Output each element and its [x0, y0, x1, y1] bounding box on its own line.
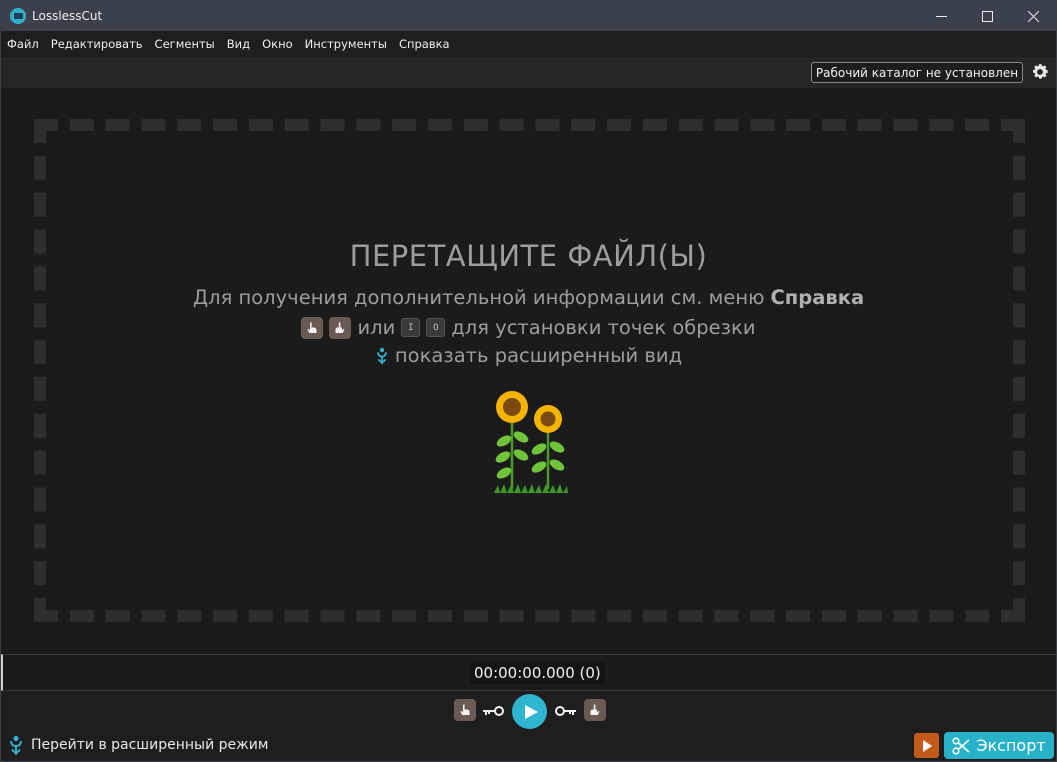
gear-icon[interactable] [1030, 62, 1050, 82]
export-options-button[interactable] [914, 733, 939, 758]
menu-window[interactable]: Окно [262, 37, 293, 51]
drop-files-title: ПЕРЕТАЩИТЕ ФАЙЛ(Ы) [349, 239, 708, 273]
set-cut-end-button[interactable] [584, 699, 606, 721]
hand-pointing-right-icon [329, 316, 352, 339]
help-hint-line: Для получения дополнительной информации … [1, 286, 1056, 309]
key-in-badge: I [401, 318, 421, 337]
advanced-view-hint-line: показать расширенный вид [1, 344, 1056, 367]
advanced-mode-icon [377, 347, 387, 364]
bottom-bar: Перейти в расширенный режим Экспорт [1, 731, 1056, 761]
help-hint-text: Для получения дополнительной информации … [192, 286, 765, 309]
title-bar[interactable]: LosslessCut [1, 1, 1056, 31]
play-icon [525, 704, 538, 719]
menu-view[interactable]: Вид [227, 37, 250, 51]
menu-help[interactable]: Справка [399, 37, 450, 51]
advanced-mode-link[interactable]: Перейти в расширенный режим [31, 737, 268, 753]
advanced-mode-icon[interactable] [8, 735, 24, 755]
play-button[interactable] [512, 694, 547, 729]
help-menu-reference: Справка [770, 286, 865, 309]
minimize-icon [935, 15, 947, 17]
timeline[interactable]: 00:00:00.000 (0) [1, 654, 1056, 691]
file-drop-zone[interactable] [34, 119, 1025, 622]
export-label: Экспорт [976, 736, 1046, 755]
hand-pointing-left-icon [301, 316, 324, 339]
app-window: LosslessCut Файл Редактировать Сегменты … [0, 0, 1057, 762]
timecode-display[interactable]: 00:00:00.000 (0) [470, 662, 605, 684]
scissors-icon [952, 736, 970, 755]
maximize-icon [981, 10, 993, 22]
menu-tools[interactable]: Инструменты [305, 37, 387, 51]
key-out-badge: O [426, 318, 446, 337]
or-text: или [357, 316, 396, 339]
hand-pointing-icon [460, 704, 470, 715]
window-controls [918, 1, 1056, 31]
menu-edit[interactable]: Редактировать [51, 37, 143, 51]
close-button[interactable] [1010, 1, 1056, 31]
minimize-button[interactable] [918, 1, 964, 31]
key-icon[interactable] [482, 705, 504, 717]
cutpoints-hint-line: или I O для установки точек обрезки [1, 316, 1056, 339]
sunflowers-icon [494, 391, 568, 493]
menu-file[interactable]: Файл [7, 37, 39, 51]
playback-controls [1, 691, 1056, 731]
export-button[interactable]: Экспорт [944, 732, 1054, 759]
app-logo-icon [10, 8, 26, 24]
play-triangle-icon [922, 739, 932, 752]
advanced-view-text: показать расширенный вид [394, 344, 683, 367]
hand-pointing-end-icon [590, 704, 600, 715]
menu-segments[interactable]: Сегменты [155, 37, 215, 51]
cutpoints-text: для установки точек обрезки [451, 316, 756, 339]
window-title: LosslessCut [32, 9, 103, 23]
key-icon-right[interactable] [555, 705, 577, 717]
working-directory-button[interactable]: Рабочий каталог не установлен [811, 62, 1023, 83]
close-icon [1027, 10, 1039, 22]
menu-bar: Файл Редактировать Сегменты Вид Окно Инс… [1, 31, 1056, 57]
set-cut-start-button[interactable] [454, 699, 476, 721]
maximize-button[interactable] [964, 1, 1010, 31]
top-bar: Рабочий каталог не установлен [1, 57, 1056, 88]
